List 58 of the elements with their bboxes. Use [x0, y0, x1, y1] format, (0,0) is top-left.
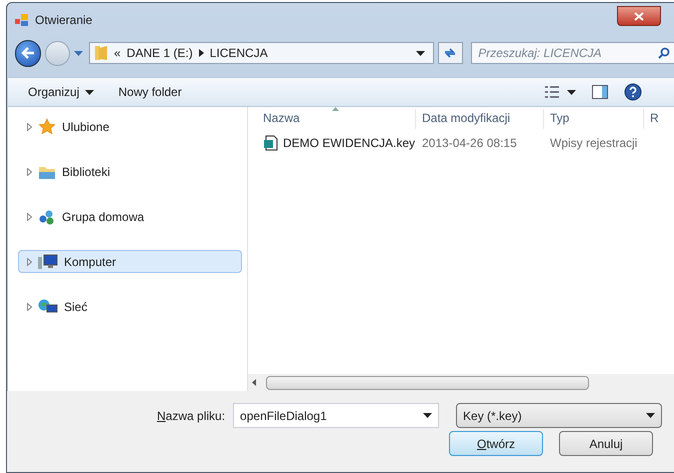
dropdown-caret-icon [646, 413, 656, 418]
pane-icon [592, 85, 608, 99]
column-header[interactable]: Nazwa [248, 109, 416, 129]
cancel-button[interactable]: Anuluj [559, 431, 653, 456]
people-icon [38, 208, 56, 226]
star-icon [38, 118, 56, 136]
window-title: Otwieranie [35, 12, 92, 29]
folder-icon [94, 45, 108, 61]
breadcrumb-overflow[interactable]: « [114, 44, 121, 62]
refresh-button[interactable] [438, 42, 464, 64]
computer-icon [38, 254, 58, 270]
back-button[interactable] [15, 40, 42, 66]
search-icon [658, 47, 670, 59]
expand-arrow-icon [27, 302, 32, 310]
history-caret-icon [74, 50, 83, 56]
expand-arrow-icon [27, 168, 32, 176]
organize-menu[interactable]: Organizuj [28, 83, 94, 101]
network-icon [38, 298, 58, 314]
open-button[interactable]: Otwórz [449, 431, 543, 456]
dropdown-caret-icon [423, 413, 432, 418]
nav-item[interactable]: Grupa domowa [18, 205, 242, 228]
nav-item[interactable]: Biblioteki [18, 160, 242, 183]
close-button[interactable] [617, 6, 661, 26]
file-name[interactable]: DEMO EWIDENCJA.key [283, 134, 416, 152]
help-button[interactable] [624, 83, 642, 101]
preview-pane-button[interactable] [592, 85, 608, 99]
address-bar[interactable]: « DANE 1 (E:) LICENCJA [88, 42, 434, 64]
scroll-left-icon [252, 379, 256, 386]
dropdown-caret-icon [567, 90, 576, 94]
expand-arrow-icon [27, 122, 32, 130]
scrollbar-thumb[interactable] [266, 376, 589, 390]
list-view-icon [545, 86, 559, 98]
column-header[interactable]: Typ [544, 109, 644, 129]
table-cell-text: 2013-04-26 08:15 [421, 135, 518, 152]
filename-combo[interactable]: openFileDialog1 [233, 403, 440, 428]
nav-item[interactable]: Ulubione [18, 115, 242, 138]
app-icon [15, 14, 29, 26]
expand-arrow-icon [27, 258, 32, 266]
column-header[interactable]: R [644, 109, 674, 129]
dropdown-caret-icon [416, 50, 425, 56]
table-cell-text: Wpisy rejestracji [549, 135, 638, 152]
nav-item[interactable]: Sieć [18, 295, 242, 318]
nav-item[interactable]: Komputer [18, 250, 242, 273]
new-folder-button[interactable]: Nowy folder [118, 83, 182, 101]
filter-dropdown[interactable]: Key (*.key) [456, 403, 662, 428]
view-options-button[interactable] [545, 86, 576, 98]
close-icon [634, 12, 644, 20]
dropdown-caret-icon [85, 90, 94, 94]
filename-label: Nazwa pliku: [157, 408, 226, 424]
breadcrumb[interactable]: LICENCJA [210, 44, 268, 62]
expand-arrow-icon [27, 212, 32, 220]
help-icon [624, 83, 642, 101]
refresh-icon [443, 47, 458, 59]
file-icon [263, 135, 279, 151]
breadcrumb[interactable]: DANE 1 (E:) [126, 44, 193, 62]
chevron-right-icon [198, 49, 204, 57]
arrow-left-icon [21, 47, 36, 59]
column-header[interactable]: Data modyfikacji [416, 109, 544, 129]
